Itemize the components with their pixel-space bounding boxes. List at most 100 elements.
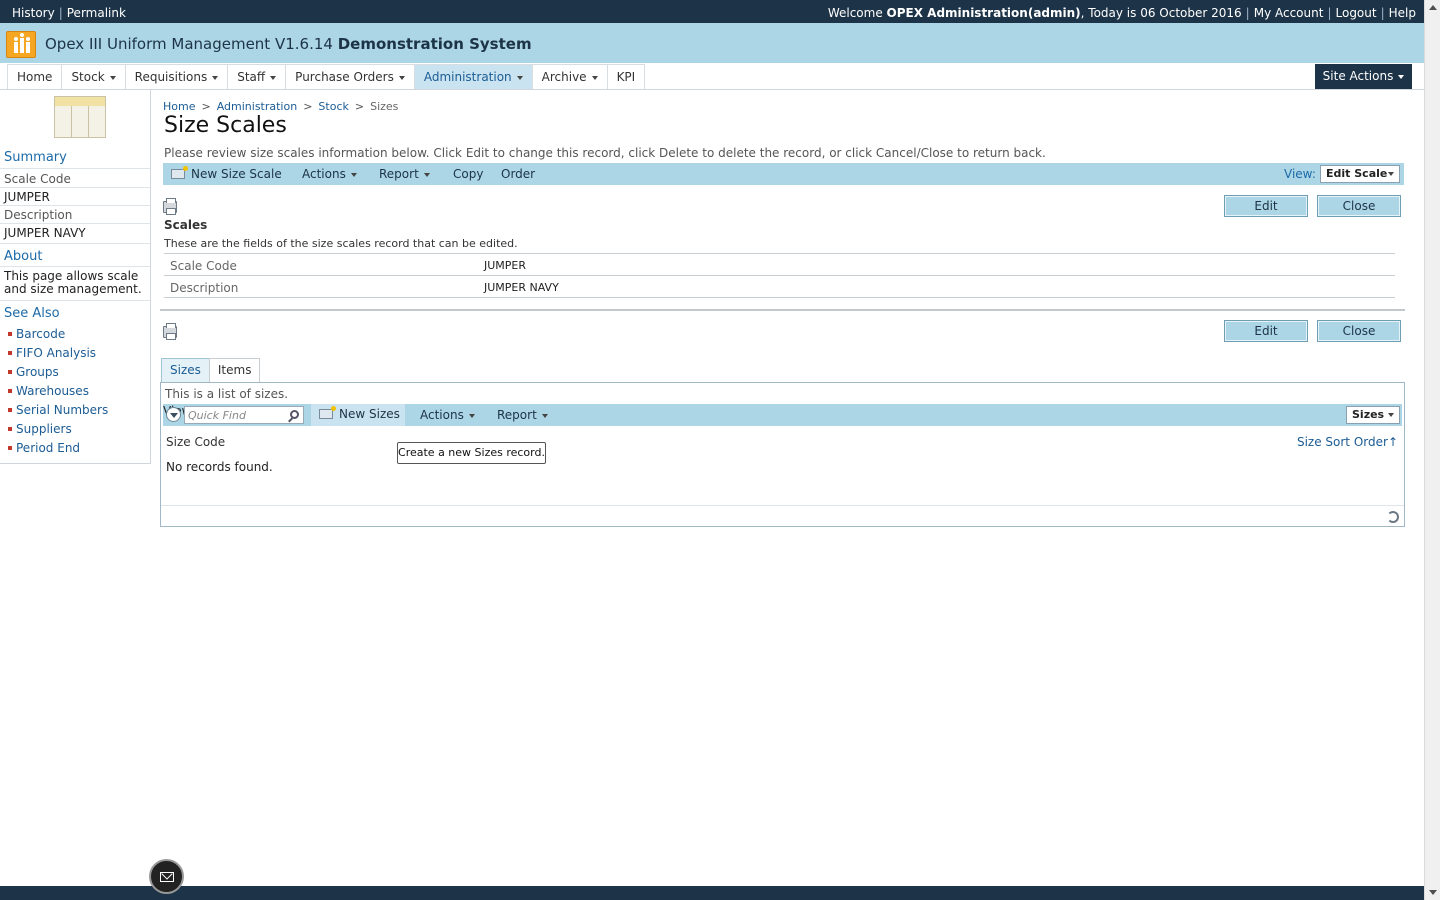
refresh-icon[interactable] [1387, 511, 1399, 523]
report-menu[interactable]: Report [379, 167, 430, 181]
view-select-value: Edit Scale [1326, 167, 1388, 180]
actions-label: Actions [302, 167, 346, 181]
sizes-actions-menu[interactable]: Actions [420, 408, 475, 422]
site-actions-button[interactable]: Site Actions [1315, 64, 1412, 89]
page-instructions: Please review size scales information be… [164, 146, 1046, 160]
help-link[interactable]: Help [1389, 6, 1416, 20]
see-also-fifo-analysis[interactable]: FIFO Analysis [8, 346, 108, 365]
new-record-icon [171, 166, 188, 179]
copy-button[interactable]: Copy [453, 167, 483, 181]
nav-divider [0, 89, 1424, 90]
summary-description-label: Description [4, 208, 73, 222]
close-button[interactable]: Close [1317, 195, 1401, 217]
permalink-link[interactable]: Permalink [67, 6, 126, 20]
bottom-bar [0, 886, 1424, 900]
close-button[interactable]: Close [1317, 320, 1401, 342]
history-link[interactable]: History [12, 6, 55, 20]
top-bar-left: History | Permalink [12, 6, 126, 20]
caret-down-icon [350, 172, 357, 177]
field-value: JUMPER NAVY [484, 281, 559, 294]
section-divider [160, 309, 1405, 311]
summary-scale-code-value: JUMPER [4, 190, 50, 204]
nav-label: Stock [71, 70, 105, 84]
summary-description-value: JUMPER NAVY [4, 226, 86, 240]
tooltip: Create a new Sizes record. [397, 442, 546, 464]
search-icon[interactable] [290, 410, 299, 419]
summary-heading: Summary [4, 150, 67, 165]
nav-requisitions[interactable]: Requisitions [126, 65, 229, 89]
tab-sizes[interactable]: Sizes [161, 358, 210, 383]
nav-administration[interactable]: Administration [414, 65, 533, 89]
caret-down-icon [398, 75, 405, 80]
sizes-list-description: This is a list of sizes. [165, 387, 289, 401]
caret-down-icon [591, 75, 598, 80]
nav-stock[interactable]: Stock [62, 65, 126, 89]
nav-kpi[interactable]: KPI [608, 65, 645, 89]
see-also-groups[interactable]: Groups [8, 365, 108, 384]
nav-home[interactable]: Home [8, 65, 63, 89]
caret-down-icon [270, 75, 277, 80]
see-also-list: Barcode FIFO Analysis Groups Warehouses … [8, 327, 108, 460]
breadcrumb-stock[interactable]: Stock [318, 100, 348, 113]
mail-button[interactable] [149, 859, 184, 894]
report-label: Report [497, 408, 537, 422]
scales-description: These are the fields of the size scales … [164, 237, 518, 250]
caret-down-icon [423, 172, 430, 177]
nav-archive[interactable]: Archive [533, 65, 608, 89]
new-size-scale-button[interactable]: New Size Scale [171, 166, 282, 181]
sizes-report-menu[interactable]: Report [497, 408, 548, 422]
scroll-down-icon[interactable] [1429, 890, 1437, 895]
separator: | [1380, 6, 1385, 20]
view-label: View: [1284, 167, 1316, 181]
breadcrumb-home[interactable]: Home [163, 100, 195, 113]
order-button[interactable]: Order [501, 167, 535, 181]
view-select[interactable]: Edit Scale [1320, 165, 1400, 183]
see-also-period-end[interactable]: Period End [8, 441, 108, 460]
see-also-heading: See Also [4, 306, 60, 321]
nav-label: Archive [541, 70, 587, 84]
breadcrumb-separator: > [201, 100, 211, 113]
print-icon[interactable] [163, 198, 177, 215]
app-logo-icon[interactable] [6, 31, 36, 58]
app-title-text: Opex III Uniform Management V1.6.14 [45, 35, 333, 53]
sizes-view-select[interactable]: Sizes [1346, 406, 1400, 424]
actions-label: Actions [420, 408, 464, 422]
expand-toggle-icon[interactable] [166, 407, 181, 422]
nav-staff[interactable]: Staff [228, 65, 287, 89]
actions-menu[interactable]: Actions [302, 167, 357, 181]
divider [0, 205, 150, 206]
column-header-size-sort-order[interactable]: Size Sort Order↑ [1297, 435, 1398, 449]
quick-find-input[interactable] [188, 408, 284, 422]
column-header-size-code[interactable]: Size Code [166, 435, 225, 449]
caret-down-icon [1398, 74, 1405, 79]
column-header-label: Size Sort Order [1296, 435, 1388, 449]
see-also-warehouses[interactable]: Warehouses [8, 384, 108, 403]
breadcrumb-administration[interactable]: Administration [217, 100, 298, 113]
system-name: Demonstration System [337, 35, 532, 53]
see-also-serial-numbers[interactable]: Serial Numbers [8, 403, 108, 422]
new-sizes-label: New Sizes [339, 407, 400, 421]
new-sizes-button[interactable]: New Sizes [311, 404, 405, 426]
user-name: OPEX Administration(admin) [886, 6, 1081, 20]
caret-down-icon [212, 75, 219, 80]
breadcrumb-separator: > [354, 100, 365, 113]
tab-items[interactable]: Items [208, 358, 261, 383]
breadcrumb-sizes: Sizes [370, 100, 399, 113]
edit-button[interactable]: Edit [1224, 195, 1308, 217]
see-also-barcode[interactable]: Barcode [8, 327, 108, 346]
field-value: JUMPER [484, 259, 527, 272]
logout-link[interactable]: Logout [1336, 6, 1377, 20]
scroll-up-icon[interactable] [1429, 5, 1437, 10]
summary-scale-code-label: Scale Code [4, 172, 71, 186]
table-icon [54, 96, 106, 138]
edit-button[interactable]: Edit [1224, 320, 1308, 342]
nav-purchase-orders[interactable]: Purchase Orders [286, 65, 415, 89]
print-icon[interactable] [163, 323, 177, 340]
my-account-link[interactable]: My Account [1254, 6, 1324, 20]
vertical-scrollbar[interactable] [1424, 0, 1440, 900]
see-also-suppliers[interactable]: Suppliers [8, 422, 108, 441]
divider [0, 223, 150, 224]
caret-down-icon [541, 413, 548, 418]
caret-down-icon [109, 75, 116, 80]
nav-label: Staff [237, 70, 266, 84]
